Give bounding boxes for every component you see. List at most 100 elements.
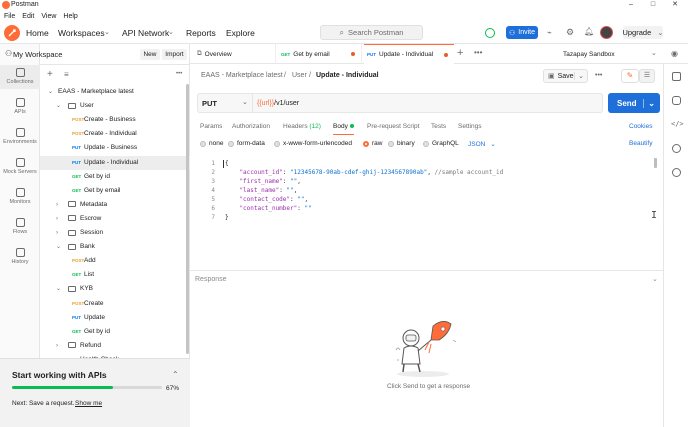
close-button[interactable]: ✕ [664,0,686,10]
rail-item-mock-servers[interactable]: Mock Servers [0,158,40,175]
tab-get-by-email[interactable]: GET Get by email [278,44,362,64]
tab-params[interactable]: Params [200,123,222,130]
code-editor[interactable]: 1 {2 "account_id": "12345678-90ab-cdef-gh… [195,155,660,267]
menu-file[interactable]: File [4,13,15,20]
documentation-icon[interactable] [672,72,681,81]
body-type-binary[interactable]: binary [388,140,415,147]
method-select[interactable]: PUT [202,99,217,108]
folder-item[interactable]: › Refund [40,339,190,353]
response-divider[interactable] [190,270,663,271]
more-tabs-icon[interactable]: ••• [474,48,482,57]
rail-item-collections[interactable]: Collections [0,65,40,89]
url-input[interactable]: {{url}} /v1/user [257,98,299,108]
rail-item-monitors[interactable]: Monitors [0,188,40,205]
tab-overview[interactable]: ⧉ Overview [194,44,276,64]
rail-item-environments[interactable]: Environments [0,128,40,145]
code-line[interactable]: "contact_number": "" [225,205,311,212]
new-button[interactable]: New [140,49,160,60]
folder-item[interactable]: › Session [40,226,190,240]
chevron-down-icon[interactable]: ⌄ [56,244,62,250]
rail-item-history[interactable]: History [0,248,40,265]
chevron-down-icon[interactable]: ⌄ [48,89,54,95]
chevron-down-icon[interactable]: ⌄ [652,275,658,283]
request-item[interactable]: GET Get by id [40,325,190,339]
tab-pre-request-script[interactable]: Pre-request Script [367,123,419,130]
chevron-down-icon[interactable]: ⌄ [56,286,62,292]
chevron-right-icon[interactable]: › [56,216,62,222]
request-item[interactable]: PUT Update - Business [40,141,190,155]
body-type-graphql[interactable]: GraphQL [423,140,459,147]
code-line[interactable]: "account_id": "12345678-90ab-cdef-ghij-1… [225,169,503,176]
folder-item[interactable]: › Metadata [40,198,190,212]
save-button[interactable]: ▣ Save ⌄ [543,69,588,83]
folder-item[interactable]: ⌄ KYB [40,282,190,296]
chevron-down-icon[interactable]: ⌄ [643,98,655,108]
notification-bell-icon[interactable]: 🔔︎ [584,27,594,36]
nav-reports[interactable]: Reports [186,28,216,38]
code-line[interactable]: } [225,214,229,221]
folder-item[interactable]: ⌄ User [40,99,190,113]
rail-item-apis[interactable]: APIs [0,98,40,115]
environment-selector[interactable]: Tazapay Sandbox [563,51,615,58]
body-type-urlencoded[interactable]: x-www-form-urlencoded [274,140,352,147]
cookies-link[interactable]: Cookies [629,123,652,130]
editor-scrollbar[interactable] [654,158,657,168]
info-icon[interactable] [672,144,681,153]
tab-update-individual[interactable]: PUT Update - Individual [364,44,454,64]
folder-item[interactable]: ⌄ Bank [40,240,190,254]
body-type-form-data[interactable]: form-data [228,140,265,147]
rail-item-flows[interactable]: Flows [0,218,40,235]
nav-api-network[interactable]: API Network [122,28,169,38]
tab-tests[interactable]: Tests [431,123,446,130]
avatar[interactable] [600,26,613,39]
request-item[interactable]: GET List [40,268,190,282]
documentation-icon[interactable]: ☰ [639,69,655,83]
more-options-icon[interactable]: ••• [176,71,182,77]
add-collection-plus-icon[interactable]: + [47,69,53,80]
code-line[interactable]: "last_name": "", [225,187,297,194]
code-line[interactable]: "first_name": "", [225,178,300,185]
nav-explore[interactable]: Explore [226,28,255,38]
beautify-link[interactable]: Beautify [629,140,653,147]
chevron-right-icon[interactable]: › [56,202,62,208]
postman-logo-icon[interactable] [4,25,20,41]
nav-home[interactable]: Home [26,28,49,38]
upgrade-button[interactable]: Upgrade ⌄ [622,26,664,39]
tab-headers[interactable]: Headers (12) [283,123,321,130]
request-item[interactable]: POST Create - Individual [40,127,190,141]
tab-body[interactable]: Body [333,123,354,135]
comments-icon[interactable] [672,96,681,105]
code-line[interactable]: { [225,160,229,167]
body-format-select[interactable]: JSON ⌄ [468,140,496,149]
collapse-chevron-icon[interactable]: ⌃ [172,370,179,379]
environment-quick-look-icon[interactable]: ◉ [671,49,678,58]
related-collections-icon[interactable] [672,168,681,177]
sidebar-scrollbar[interactable] [186,84,189,354]
chevron-right-icon[interactable]: › [56,230,62,236]
chevron-down-icon[interactable]: ⌄ [242,98,248,106]
breadcrumb-collection[interactable]: EAAS - Marketplace latest [201,72,283,79]
filter-icon[interactable]: ≡ [64,70,69,79]
tab-authorization[interactable]: Authorization [232,123,270,130]
settings-gear-icon[interactable]: ⚙ [566,27,574,38]
invite-button[interactable]: ⚇ Invite [506,26,538,39]
collection-item[interactable]: ⌄ EAAS - Marketplace latest [40,85,190,99]
chevron-down-icon[interactable]: ⌄ [56,103,62,109]
menu-help[interactable]: Help [63,13,77,20]
request-item[interactable]: GET Get by id [40,170,190,184]
folder-item[interactable]: › Escrow [40,212,190,226]
edit-pencil-icon[interactable]: ✎ [621,69,639,83]
request-item[interactable]: PUT Update - Individual [40,155,190,170]
maximize-button[interactable]: □ [642,0,664,10]
request-item[interactable]: GET Get by email [40,184,190,198]
more-actions-icon[interactable]: ••• [595,72,602,79]
code-icon[interactable]: </> [671,120,684,128]
show-me-link[interactable]: Show me [75,400,102,407]
minimize-button[interactable]: – [620,0,642,10]
satellite-icon[interactable]: ⌁ [547,28,552,37]
body-type-raw[interactable]: raw [363,140,382,147]
nav-workspaces[interactable]: Workspaces [58,28,105,38]
request-item[interactable]: POST Create [40,297,190,311]
body-type-none[interactable]: none [200,140,223,147]
tab-settings[interactable]: Settings [458,123,482,130]
